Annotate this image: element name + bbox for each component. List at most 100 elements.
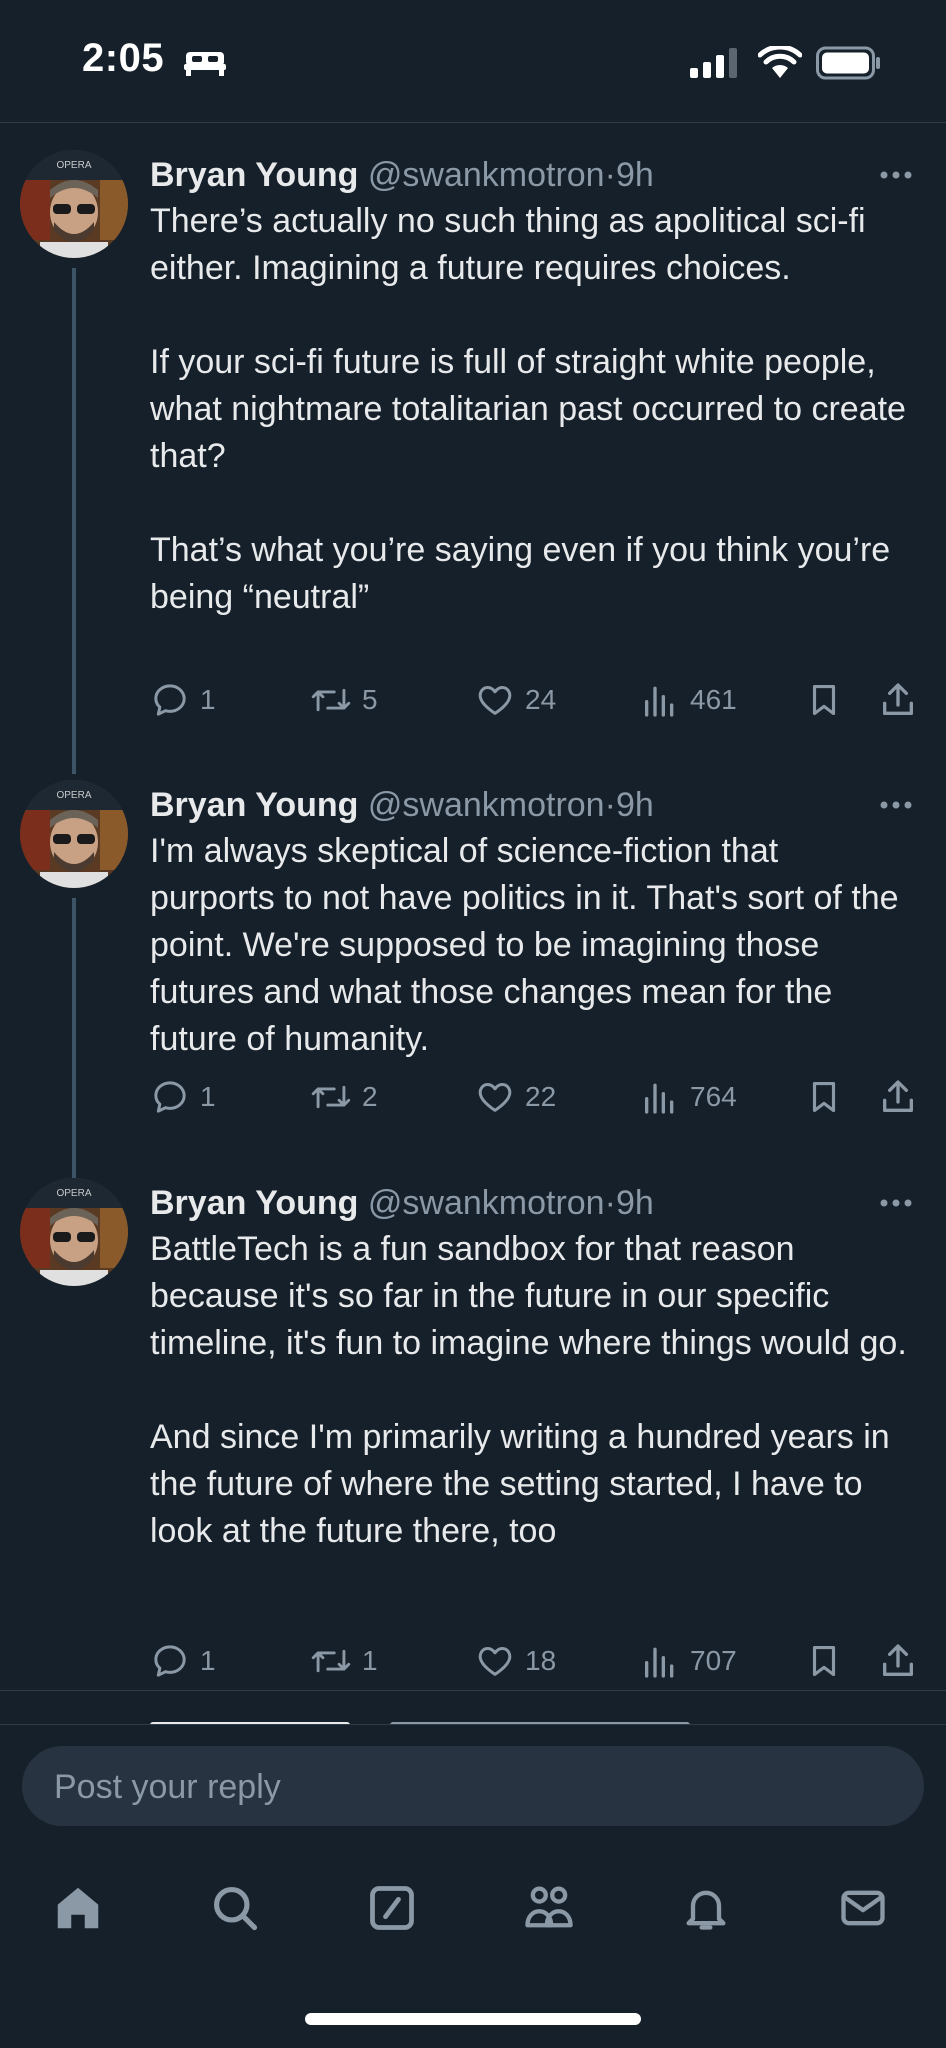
separator-dot: · [604, 786, 616, 824]
more-options-icon[interactable] [876, 1188, 916, 1218]
heart-icon [478, 1647, 512, 1676]
reply-icon [154, 684, 186, 716]
reply-icon [154, 1081, 186, 1113]
action-bar: 1 1 18 707 [150, 1636, 920, 1686]
analytics-icon [645, 1647, 674, 1678]
nav-notifications[interactable] [676, 1878, 736, 1938]
tweet-text: There’s actually no such thing as apolit… [150, 202, 906, 616]
share-icon [883, 1644, 913, 1676]
svg-text:OPERA: OPERA [56, 1188, 91, 1199]
wifi-icon [758, 46, 802, 78]
analytics-icon [645, 1083, 674, 1114]
retweet-count: 1 [362, 1645, 378, 1676]
share-button[interactable] [878, 675, 928, 725]
compose-icon [370, 1886, 414, 1930]
author-handle[interactable]: @swankmotron [368, 1184, 605, 1222]
reply-icon [154, 1645, 186, 1677]
svg-text:OPERA: OPERA [56, 160, 91, 171]
thread-line [72, 268, 76, 774]
tweet-text: BattleTech is a fun sandbox for that rea… [150, 1230, 907, 1550]
author-name[interactable]: Bryan Young [150, 156, 358, 194]
retweet-count: 2 [362, 1081, 378, 1112]
author-name[interactable]: Bryan Young [150, 1184, 358, 1222]
heart-icon [478, 1083, 512, 1112]
nav-messages[interactable] [833, 1878, 893, 1938]
reply-count: 1 [200, 1081, 216, 1112]
like-count: 18 [525, 1645, 557, 1676]
more-options-icon[interactable] [876, 160, 916, 190]
reply-button[interactable]: 1 [150, 1636, 216, 1686]
like-count: 24 [525, 684, 557, 715]
tweet-divider [0, 1690, 946, 1691]
nav-compose[interactable] [362, 1878, 422, 1938]
bottom-navigation [0, 1860, 946, 1970]
avatar[interactable]: OPERA [20, 150, 128, 258]
separator-dot: · [604, 1184, 616, 1222]
share-button[interactable] [878, 1072, 928, 1122]
analytics-icon [645, 686, 674, 717]
nav-search[interactable] [205, 1878, 265, 1938]
action-bar: 1 5 24 461 [150, 675, 920, 725]
retweet-button[interactable]: 5 [310, 675, 378, 725]
author-handle[interactable]: @swankmotron [368, 786, 605, 824]
timestamp[interactable]: 9h [616, 156, 654, 194]
like-button[interactable]: 22 [475, 1072, 556, 1122]
retweet-icon [311, 688, 351, 712]
svg-text:OPERA: OPERA [56, 790, 91, 801]
bookmark-button[interactable] [805, 1072, 853, 1122]
retweet-button[interactable]: 1 [310, 1636, 378, 1686]
views-button[interactable]: 764 [640, 1072, 737, 1122]
thread-line [72, 898, 76, 1188]
retweet-icon [311, 1085, 351, 1109]
tweet-header: Bryan Young @swankmotron·9h [150, 150, 654, 200]
like-button[interactable]: 24 [475, 675, 556, 725]
status-bar: 2:05 [0, 0, 946, 122]
header-divider [0, 122, 946, 123]
home-indicator[interactable] [305, 2013, 641, 2025]
communities-icon [525, 1886, 573, 1928]
tweet-header: Bryan Young @swankmotron·9h [150, 1178, 654, 1228]
bookmark-button[interactable] [805, 675, 853, 725]
battery-icon [816, 46, 880, 80]
timestamp[interactable]: 9h [616, 786, 654, 824]
views-count: 461 [690, 684, 737, 715]
search-icon [213, 1886, 258, 1931]
reply-bar-divider [0, 1724, 946, 1725]
reply-button[interactable]: 1 [150, 675, 216, 725]
more-options-icon[interactable] [876, 790, 916, 820]
heart-icon [478, 686, 512, 715]
avatar[interactable]: OPERA [20, 1178, 128, 1286]
bookmark-icon [812, 684, 836, 716]
nav-home[interactable] [48, 1878, 108, 1938]
share-icon [883, 1080, 913, 1112]
separator-dot: · [604, 156, 616, 194]
nav-communities[interactable] [519, 1878, 579, 1938]
views-button[interactable]: 461 [640, 675, 737, 725]
avatar[interactable]: OPERA [20, 780, 128, 888]
bookmark-button[interactable] [805, 1636, 853, 1686]
author-handle[interactable]: @swankmotron [368, 156, 605, 194]
like-button[interactable]: 18 [475, 1636, 556, 1686]
like-count: 22 [525, 1081, 557, 1112]
views-button[interactable]: 707 [640, 1636, 737, 1686]
tweet-text: I'm always skeptical of science-fiction … [150, 832, 899, 1058]
bookmark-icon [812, 1645, 836, 1677]
bell-icon [686, 1890, 726, 1930]
timestamp[interactable]: 9h [616, 1184, 654, 1222]
retweet-count: 5 [362, 684, 378, 715]
reply-button[interactable]: 1 [150, 1072, 216, 1122]
share-button[interactable] [878, 1636, 928, 1686]
retweet-button[interactable]: 2 [310, 1072, 378, 1122]
bookmark-icon [812, 1081, 836, 1113]
reply-composer[interactable] [22, 1746, 924, 1828]
action-bar: 1 2 22 764 [150, 1072, 920, 1122]
reply-input[interactable] [52, 1746, 896, 1828]
retweet-icon [311, 1649, 351, 1673]
reply-count: 1 [200, 684, 216, 715]
sleep-focus-icon [184, 52, 226, 76]
views-count: 764 [690, 1081, 737, 1112]
author-name[interactable]: Bryan Young [150, 786, 358, 824]
mail-icon [841, 1890, 885, 1926]
share-icon [883, 683, 913, 715]
signal-icon [690, 48, 737, 78]
